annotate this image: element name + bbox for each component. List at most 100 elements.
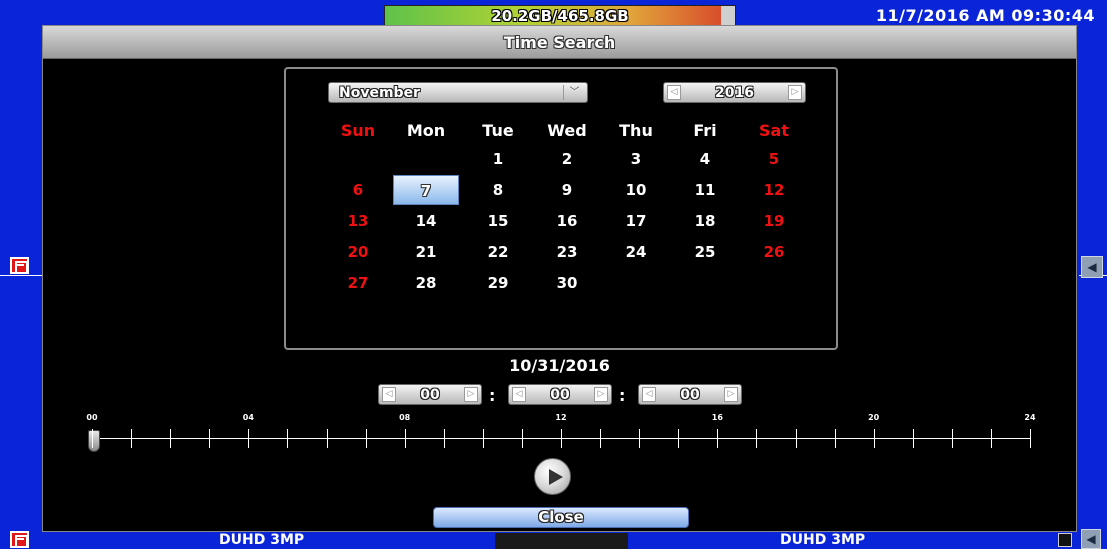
timeline-handle[interactable] <box>88 430 100 452</box>
calendar-day[interactable]: 4 <box>675 144 735 174</box>
calendar-day[interactable]: 30 <box>537 268 597 298</box>
time-separator: : <box>489 386 496 405</box>
film-icon[interactable] <box>10 531 29 548</box>
calendar-day[interactable]: 19 <box>744 206 804 236</box>
timeline-tick <box>951 429 953 448</box>
calendar-day[interactable]: 13 <box>328 206 388 236</box>
play-button[interactable] <box>534 458 571 495</box>
weekday-wed: Wed <box>547 121 587 140</box>
timeline-hour-label: 08 <box>399 413 411 422</box>
calendar-day[interactable]: 9 <box>537 175 597 205</box>
calendar-day[interactable]: 14 <box>396 206 456 236</box>
timeline-tick <box>834 429 836 448</box>
timeline-hour-label: 00 <box>86 413 98 422</box>
timeline-tick <box>561 429 562 448</box>
weekday-sun: Sun <box>340 121 376 140</box>
time-separator: : <box>619 386 626 405</box>
calendar-day[interactable]: 29 <box>468 268 528 298</box>
film-icon[interactable] <box>10 257 29 274</box>
calendar-day[interactable]: 27 <box>328 268 388 298</box>
chevron-down-icon[interactable]: ﹀ <box>563 85 585 100</box>
second-value: 00 <box>680 387 700 403</box>
timeline-tick <box>209 429 211 448</box>
calendar-day[interactable]: 1 <box>468 144 528 174</box>
arrow-right-icon[interactable]: ▷ <box>464 387 478 402</box>
timeline-tick <box>678 429 680 448</box>
timeline-tick <box>248 429 250 448</box>
calendar-day[interactable]: 12 <box>744 175 804 205</box>
arrow-left-icon[interactable]: ◁ <box>382 387 396 402</box>
timeline-tick <box>717 429 719 448</box>
storage-usage-text: 20.2GB/465.8GB <box>491 7 629 25</box>
arrow-left-icon[interactable]: ◁ <box>512 387 526 402</box>
arrow-right-icon[interactable]: ▷ <box>594 387 608 402</box>
calendar-day[interactable]: 23 <box>537 237 597 267</box>
calendar-day[interactable]: 3 <box>606 144 666 174</box>
timeline-tick <box>365 429 367 448</box>
timeline-hour-label: 16 <box>711 413 723 422</box>
month-value: November <box>339 85 420 101</box>
calendar-day[interactable]: 20 <box>328 237 388 267</box>
calendar-day[interactable]: 6 <box>328 175 388 205</box>
arrow-left-icon[interactable]: ◁ <box>667 85 681 100</box>
timeline-tick <box>92 429 93 448</box>
calendar-day <box>606 268 666 298</box>
calendar-day[interactable]: 16 <box>537 206 597 236</box>
calendar-day[interactable]: 22 <box>468 237 528 267</box>
timeline-tick <box>287 429 289 448</box>
calendar-day[interactable]: 11 <box>675 175 735 205</box>
month-select[interactable]: November ﹀ <box>328 82 588 103</box>
calendar-day[interactable]: 5 <box>744 144 804 174</box>
minute-stepper[interactable]: ◁ 00 ▷ <box>508 384 612 405</box>
calendar-day[interactable]: 28 <box>396 268 456 298</box>
calendar-day[interactable]: 18 <box>675 206 735 236</box>
minute-value: 00 <box>550 387 570 403</box>
speaker-icon[interactable]: ◀ <box>1081 256 1103 278</box>
calendar-day[interactable]: 2 <box>537 144 597 174</box>
calendar-day <box>396 144 456 174</box>
calendar-day <box>675 268 735 298</box>
timeline-hour-label: 24 <box>1024 413 1036 422</box>
arrow-left-icon[interactable]: ◁ <box>642 387 656 402</box>
arrow-right-icon[interactable]: ▷ <box>724 387 738 402</box>
timeline-hour-label: 04 <box>242 413 254 422</box>
arrow-right-icon[interactable]: ▷ <box>788 85 802 100</box>
timeline-tick <box>404 429 406 448</box>
timeline-tick <box>482 429 484 448</box>
calendar-day <box>744 268 804 298</box>
calendar-day[interactable]: 25 <box>675 237 735 267</box>
calendar-day[interactable]: 10 <box>606 175 666 205</box>
timeline-tick <box>600 429 602 448</box>
bottom-divider <box>495 533 628 549</box>
timeline-tick <box>990 429 992 448</box>
close-button[interactable]: Close <box>433 507 689 528</box>
timeline-tick <box>131 429 133 448</box>
channel-divider-left <box>0 275 42 276</box>
second-stepper[interactable]: ◁ 00 ▷ <box>638 384 742 405</box>
storage-usage-bar: 20.2GB/465.8GB <box>384 5 736 26</box>
calendar-day[interactable]: 26 <box>744 237 804 267</box>
timeline-tick <box>170 429 172 448</box>
weekday-fri: Fri <box>693 121 717 140</box>
timeline-tick <box>912 429 914 448</box>
time-search-dialog: Time Search November ﹀ ◁ 2016 ▷ Sun Mon … <box>42 25 1077 532</box>
year-stepper[interactable]: ◁ 2016 ▷ <box>663 82 806 103</box>
square-icon[interactable] <box>1058 533 1072 547</box>
calendar-day[interactable]: 21 <box>396 237 456 267</box>
calendar-day[interactable]: 15 <box>468 206 528 236</box>
calendar-day[interactable]: 8 <box>468 175 528 205</box>
timeline-hour-label: 12 <box>555 413 567 422</box>
timeline-tick <box>521 429 523 448</box>
weekday-tue: Tue <box>482 121 514 140</box>
timeline-tick <box>795 429 797 448</box>
timeline-tick <box>1030 429 1031 448</box>
speaker-icon[interactable]: ◀ <box>1081 529 1101 549</box>
timeline-tick <box>639 429 641 448</box>
weekday-thu: Thu <box>619 121 653 140</box>
dialog-title: Time Search <box>43 26 1076 59</box>
calendar-day[interactable]: 24 <box>606 237 666 267</box>
hour-stepper[interactable]: ◁ 00 ▷ <box>378 384 482 405</box>
year-value: 2016 <box>715 85 754 101</box>
calendar-day[interactable]: 7 <box>393 175 459 205</box>
calendar-day[interactable]: 17 <box>606 206 666 236</box>
